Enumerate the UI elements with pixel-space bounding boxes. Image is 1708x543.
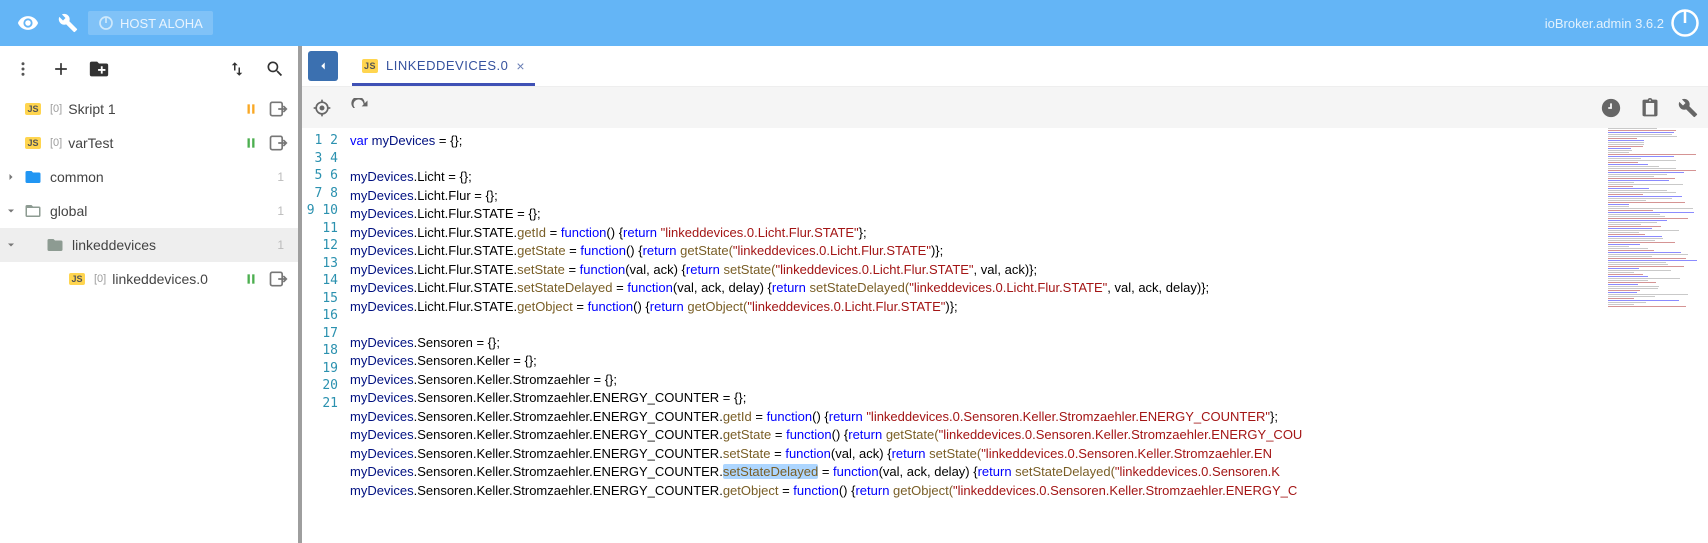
item-label: Skript 1 <box>68 101 115 117</box>
js-icon: JS <box>66 270 88 288</box>
search-icon[interactable] <box>258 52 292 86</box>
back-button[interactable] <box>308 51 338 81</box>
line-gutter: 1 2 3 4 5 6 7 8 9 10 11 12 13 14 15 16 1… <box>302 128 350 543</box>
item-label: common <box>50 169 104 185</box>
folder-icon <box>22 202 44 220</box>
tree-folder[interactable]: common 1 <box>0 160 298 194</box>
item-label: global <box>50 203 87 219</box>
export-icon[interactable] <box>268 269 288 289</box>
script-tree: JS[0]Skript 1JS[0]varTestcommon1global1l… <box>0 92 298 543</box>
item-label: linkeddevices.0 <box>112 271 208 287</box>
js-icon: JS <box>22 100 44 118</box>
editor-pane: JS LINKEDDEVICES.0 × 1 2 3 4 5 6 7 8 9 1… <box>302 46 1708 543</box>
item-count: 1 <box>277 238 292 252</box>
export-icon[interactable] <box>268 133 288 153</box>
item-count: 1 <box>277 204 292 218</box>
add-icon[interactable] <box>44 52 78 86</box>
instance-label: [0] <box>94 273 106 285</box>
tree-script[interactable]: JS [0] Skript 1 <box>0 92 298 126</box>
sort-icon[interactable] <box>220 52 254 86</box>
sidebar-toolbar <box>0 46 298 92</box>
settings-wrench-icon[interactable] <box>1678 98 1698 118</box>
tree-script[interactable]: JS [0] linkeddevices.0 <box>0 262 298 296</box>
item-count: 1 <box>277 170 292 184</box>
item-label: varTest <box>68 135 113 151</box>
refresh-icon[interactable] <box>350 98 370 118</box>
editor-toolbar <box>302 86 1708 128</box>
sidebar: JS[0]Skript 1JS[0]varTestcommon1global1l… <box>0 46 302 543</box>
version-label: ioBroker.admin 3.6.2 <box>1545 16 1664 31</box>
app-logo-icon <box>1670 8 1700 38</box>
tree-folder[interactable]: global 1 <box>0 194 298 228</box>
export-icon[interactable] <box>268 99 288 119</box>
locate-icon[interactable] <box>312 98 332 118</box>
tab-title: LINKEDDEVICES.0 <box>386 58 508 73</box>
clipboard-icon[interactable] <box>1640 98 1660 118</box>
host-label: HOST ALOHA <box>120 16 203 31</box>
instance-label: [0] <box>50 137 62 149</box>
more-icon[interactable] <box>6 52 40 86</box>
instance-label: [0] <box>50 103 62 115</box>
app-topbar: HOST ALOHA ioBroker.admin 3.6.2 <box>0 0 1708 46</box>
item-label: linkeddevices <box>72 237 156 253</box>
host-selector[interactable]: HOST ALOHA <box>88 11 213 35</box>
editor-tabbar: JS LINKEDDEVICES.0 × <box>302 46 1708 86</box>
js-icon: JS <box>362 59 378 73</box>
minimap[interactable] <box>1608 128 1708 543</box>
tree-folder[interactable]: linkeddevices 1 <box>0 228 298 262</box>
tree-script[interactable]: JS [0] varTest <box>0 126 298 160</box>
editor-tab[interactable]: JS LINKEDDEVICES.0 × <box>352 48 535 86</box>
pause-icon[interactable] <box>244 102 258 116</box>
pause-icon[interactable] <box>244 136 258 150</box>
folder-icon <box>44 236 66 254</box>
folder-icon <box>22 168 44 186</box>
pause-icon[interactable] <box>244 272 258 286</box>
clock-icon[interactable] <box>1600 97 1622 119</box>
eye-icon[interactable] <box>8 3 48 43</box>
code-editor[interactable]: 1 2 3 4 5 6 7 8 9 10 11 12 13 14 15 16 1… <box>302 128 1708 543</box>
new-folder-icon[interactable] <box>82 52 116 86</box>
wrench-icon[interactable] <box>48 3 88 43</box>
code-content[interactable]: var myDevices = {}; myDevices.Licht = {}… <box>350 128 1708 543</box>
js-icon: JS <box>22 134 44 152</box>
close-icon[interactable]: × <box>516 58 525 74</box>
